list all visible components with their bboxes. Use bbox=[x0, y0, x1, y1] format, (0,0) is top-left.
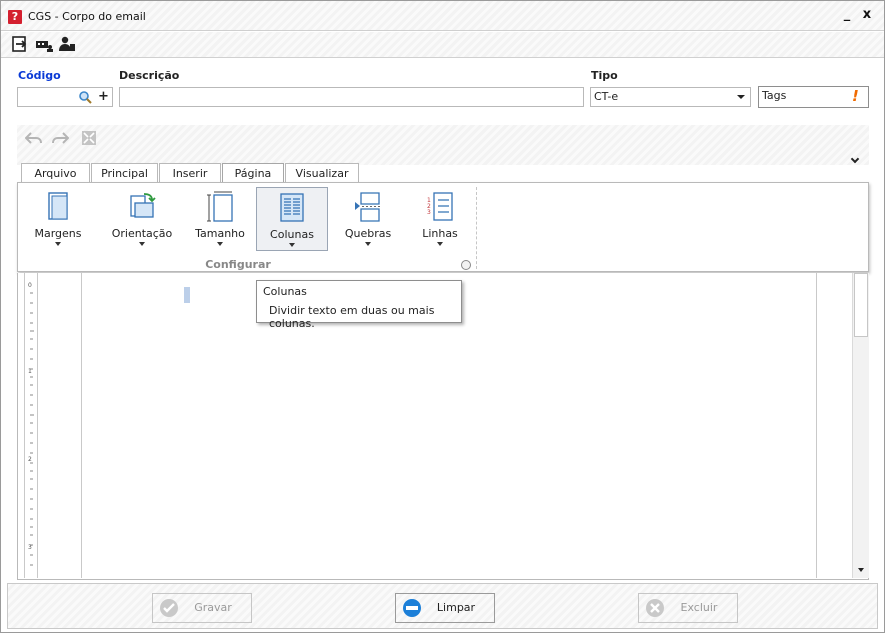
tooltip-title: Colunas bbox=[263, 285, 307, 298]
close-button[interactable]: x bbox=[859, 7, 875, 23]
orientacao-button[interactable]: Orientação bbox=[106, 187, 178, 251]
columns-icon bbox=[280, 193, 304, 222]
orientacao-dropdown-icon bbox=[139, 242, 145, 246]
linhas-dropdown-icon bbox=[437, 242, 443, 246]
ruler-mark-3: 3 bbox=[28, 544, 32, 551]
margens-label: Margens bbox=[34, 227, 82, 240]
vertical-scrollbar[interactable] bbox=[852, 273, 869, 578]
breaks-icon bbox=[355, 192, 380, 222]
svg-text:3: 3 bbox=[427, 209, 431, 216]
linhas-label: Linhas bbox=[422, 227, 458, 240]
tab-inserir[interactable]: Inserir bbox=[159, 163, 221, 183]
minimize-button[interactable]: _ bbox=[839, 7, 855, 23]
tamanho-button[interactable]: Tamanho bbox=[184, 187, 256, 251]
ruler-mark-0: 0 bbox=[28, 282, 32, 289]
tab-visualizar[interactable]: Visualizar bbox=[285, 163, 359, 183]
scrollbar-thumb[interactable] bbox=[854, 273, 868, 337]
redo-icon[interactable] bbox=[51, 131, 69, 145]
gravar-label: Gravar bbox=[194, 601, 232, 614]
ribbon-tabs: Arquivo Principal Inserir Página Visuali… bbox=[17, 163, 869, 184]
add-icon[interactable]: + bbox=[98, 89, 109, 104]
page-size-icon bbox=[207, 191, 233, 222]
tooltip-description: Dividir texto em duas ou mais colunas. bbox=[269, 304, 435, 330]
group-launcher-icon[interactable] bbox=[461, 260, 471, 270]
text-cursor bbox=[184, 287, 190, 303]
ribbon-panel: Margens Orientação Tamanho Colunas Quebr… bbox=[17, 182, 869, 272]
margens-dropdown-icon bbox=[55, 242, 61, 246]
group-separator bbox=[476, 187, 477, 269]
page-right-margin bbox=[816, 273, 817, 578]
descricao-input[interactable] bbox=[119, 87, 584, 107]
quick-access-bar bbox=[17, 125, 869, 165]
vertical-ruler: 0 1 2 3 bbox=[24, 273, 38, 578]
tamanho-dropdown-icon bbox=[217, 242, 223, 246]
tab-principal[interactable]: Principal bbox=[91, 163, 158, 183]
undo-icon[interactable] bbox=[25, 131, 43, 145]
line-numbers-icon: 1 2 3 bbox=[427, 192, 453, 221]
tags-label: Tags bbox=[762, 89, 787, 102]
title-bar: ? CGS - Corpo do email _ x bbox=[1, 1, 884, 31]
user-icon[interactable] bbox=[58, 35, 76, 53]
orientacao-label: Orientação bbox=[111, 227, 173, 240]
keyboard-user-icon[interactable] bbox=[35, 35, 53, 53]
chevron-down-icon[interactable] bbox=[737, 95, 745, 99]
excluir-button[interactable]: Excluir bbox=[638, 593, 738, 623]
limpar-button[interactable]: Limpar bbox=[395, 593, 495, 623]
page-margin bbox=[38, 273, 82, 578]
ruler-mark-2: 2 bbox=[28, 456, 32, 463]
linhas-button[interactable]: 1 2 3 Linhas bbox=[404, 187, 476, 251]
quebras-button[interactable]: Quebras bbox=[332, 187, 404, 251]
margens-button[interactable]: Margens bbox=[22, 187, 94, 251]
orientation-icon bbox=[130, 193, 156, 218]
gravar-button[interactable]: Gravar bbox=[152, 593, 252, 623]
tamanho-label: Tamanho bbox=[195, 227, 245, 240]
tab-arquivo[interactable]: Arquivo bbox=[21, 163, 90, 183]
ribbon-collapse-icon[interactable] bbox=[850, 154, 860, 164]
colunas-dropdown-icon bbox=[289, 243, 295, 247]
footer-bar: Gravar Limpar Excluir bbox=[7, 583, 878, 629]
configurar-group-label: Configurar bbox=[205, 258, 271, 271]
fullscreen-icon[interactable] bbox=[81, 130, 97, 146]
excluir-label: Excluir bbox=[680, 601, 718, 614]
search-icon[interactable] bbox=[78, 90, 92, 104]
limpar-label: Limpar bbox=[436, 601, 476, 614]
tab-pagina[interactable]: Página bbox=[222, 163, 284, 184]
tipo-label: Tipo bbox=[591, 69, 618, 82]
warning-icon: ! bbox=[852, 87, 859, 105]
window-title: CGS - Corpo do email bbox=[28, 10, 146, 23]
exit-icon[interactable] bbox=[11, 35, 29, 53]
colunas-button[interactable]: Colunas bbox=[256, 187, 328, 251]
app-window: ? CGS - Corpo do email _ x Código + Desc… bbox=[0, 0, 885, 633]
app-logo-icon: ? bbox=[8, 10, 22, 24]
main-toolbar bbox=[1, 32, 884, 58]
scroll-down-icon[interactable] bbox=[858, 568, 864, 572]
colunas-label: Colunas bbox=[270, 228, 314, 241]
margins-icon bbox=[48, 192, 68, 220]
descricao-label: Descrição bbox=[119, 69, 180, 82]
colunas-tooltip: Colunas Dividir texto em duas ou mais co… bbox=[256, 280, 462, 330]
tipo-select[interactable]: CT-e bbox=[590, 87, 751, 107]
quebras-label: Quebras bbox=[344, 227, 392, 240]
codigo-label: Código bbox=[18, 69, 61, 82]
ruler-mark-1: 1 bbox=[28, 368, 32, 375]
quebras-dropdown-icon bbox=[365, 242, 371, 246]
ruler-ticks: 0 1 2 3 bbox=[28, 282, 34, 566]
